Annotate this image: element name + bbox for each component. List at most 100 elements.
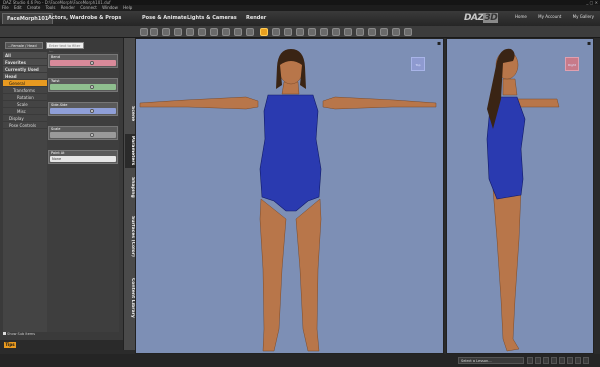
lesson-step-icon[interactable] bbox=[551, 357, 557, 364]
param-side-side: Side-Side bbox=[48, 102, 118, 116]
scale-slider[interactable] bbox=[50, 132, 116, 138]
joint-editor-icon[interactable] bbox=[320, 28, 328, 36]
transform-tool-icon[interactable] bbox=[404, 28, 412, 36]
menu-render[interactable]: Render bbox=[61, 5, 75, 10]
universal-tool-icon[interactable] bbox=[260, 28, 268, 36]
point-at-select[interactable]: None bbox=[50, 156, 116, 162]
tree-item-scale[interactable]: Scale bbox=[3, 101, 47, 108]
light-icon[interactable] bbox=[198, 28, 206, 36]
spot-render-icon[interactable] bbox=[344, 28, 352, 36]
daz3d-logo: DAZ3D bbox=[464, 13, 499, 23]
node-weight-icon[interactable] bbox=[308, 28, 316, 36]
lesson-prev-icon[interactable] bbox=[527, 357, 533, 364]
show-sub-items[interactable]: Show Sub Items bbox=[3, 332, 113, 337]
vertical-pane-tabs: Scene Parameters Shaping Surfaces (Color… bbox=[123, 38, 135, 350]
scale-slider-knob[interactable] bbox=[90, 133, 94, 137]
lesson-list-icon[interactable] bbox=[575, 357, 581, 364]
twist-slider[interactable] bbox=[50, 84, 116, 90]
redo-icon[interactable] bbox=[234, 28, 242, 36]
tree-item-rotation[interactable]: Rotation bbox=[3, 94, 47, 101]
side-leg bbox=[492, 188, 522, 352]
tree-item-display[interactable]: Display bbox=[3, 115, 47, 122]
link-my-gallery[interactable]: My Gallery bbox=[573, 14, 594, 19]
translate-tool-icon[interactable] bbox=[284, 28, 292, 36]
figure-side-view bbox=[486, 48, 560, 352]
swimsuit bbox=[259, 94, 322, 212]
open-icon[interactable] bbox=[150, 28, 158, 36]
side-side-slider[interactable] bbox=[50, 108, 116, 114]
left-leg bbox=[259, 198, 287, 352]
preset-dropdown[interactable]: ...Female / Head bbox=[5, 42, 43, 49]
property-tree: All Favorites Currently Used Head Genera… bbox=[3, 52, 47, 332]
menu-file[interactable]: File bbox=[2, 5, 9, 10]
menu-tools[interactable]: Tools bbox=[46, 5, 56, 10]
param-point-at: Point At None bbox=[48, 150, 118, 164]
link-my-account[interactable]: My Account bbox=[538, 14, 561, 19]
menu-create[interactable]: Create bbox=[27, 5, 40, 10]
tab-shaping[interactable]: Shaping bbox=[125, 172, 135, 202]
rotate-tool-icon[interactable] bbox=[272, 28, 280, 36]
menu-connect[interactable]: Connect bbox=[80, 5, 97, 10]
menu-edit[interactable]: Edit bbox=[14, 5, 22, 10]
param-twist: Twist bbox=[48, 78, 118, 92]
tab-lights-cameras[interactable]: Lights & Cameras bbox=[183, 13, 241, 24]
main-viewport[interactable]: ▪ Top bbox=[135, 38, 444, 354]
param-scale: Scale bbox=[48, 126, 118, 140]
tab-scene[interactable]: Scene bbox=[125, 100, 135, 128]
logo-3d: 3D bbox=[483, 13, 499, 23]
bend-slider-knob[interactable] bbox=[90, 61, 94, 65]
lesson-options-icon[interactable] bbox=[567, 357, 573, 364]
side-neck bbox=[502, 78, 518, 96]
tab-parameters[interactable]: Parameters bbox=[125, 134, 135, 168]
menu-help[interactable]: Help bbox=[123, 5, 132, 10]
menu-window[interactable]: Window bbox=[102, 5, 118, 10]
lesson-stop-icon[interactable] bbox=[559, 357, 565, 364]
geometry-editor-icon[interactable] bbox=[356, 28, 364, 36]
undo-icon[interactable] bbox=[222, 28, 230, 36]
logo-daz: DAZ bbox=[464, 13, 484, 23]
new-scene-icon[interactable] bbox=[140, 28, 148, 36]
account-links: Home My Account My Gallery bbox=[505, 14, 594, 19]
figure-front-view bbox=[139, 49, 437, 352]
pose-tool-icon[interactable] bbox=[380, 28, 388, 36]
tree-item-all[interactable]: All bbox=[3, 52, 47, 59]
show-sub-items-checkbox[interactable] bbox=[3, 332, 6, 335]
primitive-icon[interactable] bbox=[210, 28, 218, 36]
tree-item-currently-used[interactable]: Currently Used bbox=[3, 66, 47, 73]
lesson-close-icon[interactable] bbox=[583, 357, 589, 364]
tab-surfaces-color[interactable]: Surfaces (Color) bbox=[125, 208, 135, 264]
tree-item-misc[interactable]: Misc bbox=[3, 108, 47, 115]
save-icon[interactable] bbox=[162, 28, 170, 36]
surface-selection-icon[interactable] bbox=[332, 28, 340, 36]
region-nav-icon[interactable] bbox=[392, 28, 400, 36]
tab-content-library[interactable]: Content Library bbox=[125, 270, 135, 326]
show-sub-items-label: Show Sub Items bbox=[7, 332, 36, 336]
tips-button[interactable]: Tips bbox=[4, 342, 16, 348]
tab-render[interactable]: Render bbox=[242, 13, 270, 24]
tree-item-favorites[interactable]: Favorites bbox=[3, 59, 47, 66]
lesson-next-icon[interactable] bbox=[543, 357, 549, 364]
tips-bar bbox=[0, 340, 123, 350]
tree-item-head[interactable]: Head bbox=[3, 73, 47, 80]
parameters-list bbox=[47, 52, 119, 332]
bend-slider[interactable] bbox=[50, 60, 116, 66]
lesson-select[interactable]: Select a Lesson... bbox=[458, 357, 524, 364]
lesson-play-icon[interactable] bbox=[535, 357, 541, 364]
side-side-slider-knob[interactable] bbox=[90, 109, 94, 113]
scale-tool-icon[interactable] bbox=[296, 28, 304, 36]
side-viewport[interactable]: ▪ Right bbox=[446, 38, 594, 354]
figure-icon[interactable] bbox=[174, 28, 182, 36]
filter-input[interactable]: Enter text to filter by... bbox=[46, 42, 84, 54]
tool-bar bbox=[0, 26, 600, 38]
render-icon[interactable] bbox=[246, 28, 254, 36]
right-scrollbar[interactable] bbox=[594, 38, 600, 354]
tree-item-transforms[interactable]: Transforms bbox=[3, 87, 47, 94]
tab-actors-wardrobe-props[interactable]: Actors, Wardrobe & Props bbox=[44, 13, 125, 24]
right-arm bbox=[322, 96, 437, 110]
camera-icon[interactable] bbox=[186, 28, 194, 36]
tree-item-pose-controls[interactable]: Pose Controls bbox=[3, 122, 47, 129]
active-pose-icon[interactable] bbox=[368, 28, 376, 36]
twist-slider-knob[interactable] bbox=[90, 85, 94, 89]
link-home[interactable]: Home bbox=[515, 14, 527, 19]
tree-item-general[interactable]: General bbox=[3, 80, 47, 87]
